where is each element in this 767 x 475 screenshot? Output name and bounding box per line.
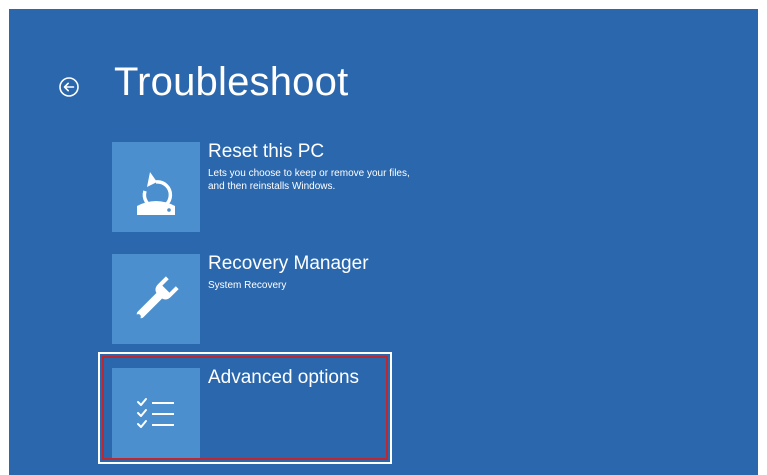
option-description: System Recovery: [208, 280, 287, 291]
option-title: Recovery Manager: [208, 253, 369, 274]
troubleshoot-screen: Troubleshoot Reset this PC Lets you choo…: [9, 9, 758, 475]
option-recovery-manager[interactable]: Recovery Manager System Recovery: [112, 253, 402, 344]
option-tile: [112, 142, 200, 232]
wrench-icon: [135, 276, 179, 320]
option-title: Reset this PC: [208, 141, 325, 162]
option-advanced-options[interactable]: Advanced options: [112, 367, 402, 458]
option-tile: [112, 254, 200, 344]
option-description: Lets you choose to keep or remove your f…: [208, 168, 410, 192]
reset-icon: [137, 172, 175, 215]
option-title: Advanced options: [208, 367, 360, 388]
back-arrow-circle-icon[interactable]: [51, 69, 87, 105]
option-reset-this-pc[interactable]: Reset this PC Lets you choose to keep or…: [112, 141, 410, 232]
checklist-icon: [137, 398, 174, 428]
page-title: Troubleshoot: [114, 60, 349, 104]
option-tile: [112, 368, 200, 458]
